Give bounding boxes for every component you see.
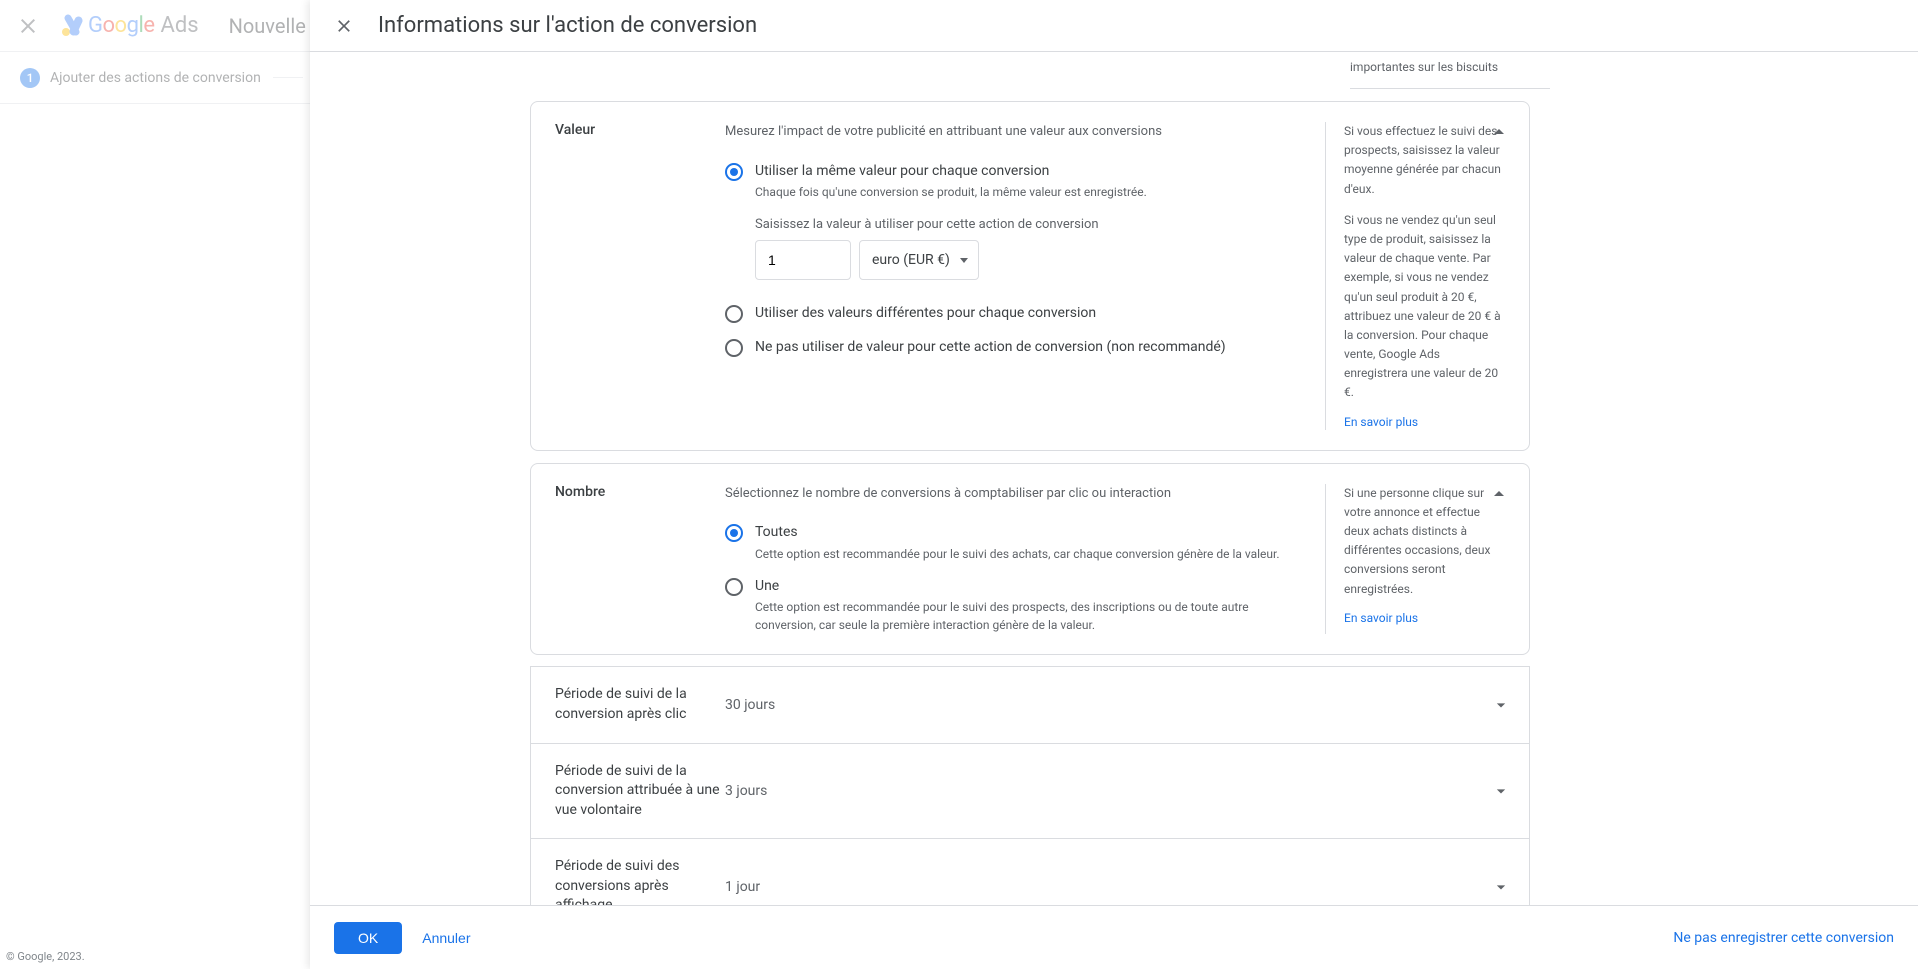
display-window-row[interactable]: Période de suivi des conversions après a…: [530, 838, 1530, 905]
click-window-row[interactable]: Période de suivi de la conversion après …: [530, 666, 1530, 743]
count-section: Nombre Sélectionnez le nombre de convers…: [530, 463, 1530, 656]
radio-icon: [725, 305, 743, 323]
currency-select[interactable]: euro (EUR €): [859, 240, 979, 280]
ok-button[interactable]: OK: [334, 922, 402, 954]
cookie-notice-remnant: importantes sur les biscuits: [1350, 52, 1550, 89]
modal-title: Informations sur l'action de conversion: [378, 13, 757, 38]
radio-same-value-sublabel: Chaque fois qu'une conversion se produit…: [755, 183, 1147, 201]
click-window-title: Période de suivi de la conversion après …: [555, 685, 725, 724]
chevron-up-icon[interactable]: [1487, 482, 1511, 506]
value-description: Mesurez l'impact de votre publicité en a…: [725, 122, 1285, 142]
radio-same-value[interactable]: Utiliser la même valeur pour chaque conv…: [725, 162, 1285, 202]
count-title: Nombre: [555, 484, 685, 500]
radio-count-all-sublabel: Cette option est recommandée pour le sui…: [755, 545, 1280, 563]
radio-icon: [725, 339, 743, 357]
currency-select-value: euro (EUR €): [872, 252, 950, 268]
radio-no-value-label: Ne pas utiliser de valeur pour cette act…: [755, 338, 1226, 358]
value-section: Valeur Mesurez l'impact de votre publici…: [530, 101, 1530, 451]
copyright: © Google, 2023.: [6, 950, 85, 963]
learn-more-link[interactable]: En savoir plus: [1344, 415, 1418, 429]
radio-different-values-label: Utiliser des valeurs différentes pour ch…: [755, 304, 1096, 324]
radio-same-value-label: Utiliser la même valeur pour chaque conv…: [755, 162, 1147, 182]
modal-header: Informations sur l'action de conversion: [310, 0, 1918, 52]
radio-icon: [725, 163, 743, 181]
value-input-label: Saisissez la valeur à utiliser pour cett…: [755, 217, 1285, 232]
view-window-title: Période de suivi de la conversion attrib…: [555, 762, 725, 821]
radio-icon: [725, 578, 743, 596]
click-window-value: 30 jours: [725, 697, 775, 713]
value-help-2: Si vous ne vendez qu'un seul type de pro…: [1344, 211, 1505, 403]
view-window-value: 3 jours: [725, 783, 767, 799]
chevron-down-icon: [1491, 877, 1511, 897]
radio-count-one[interactable]: Une Cette option est recommandée pour le…: [725, 577, 1285, 635]
modal-overlay: Informations sur l'action de conversion …: [0, 0, 1918, 969]
radio-icon: [725, 524, 743, 542]
radio-count-one-sublabel: Cette option est recommandée pour le sui…: [755, 598, 1285, 634]
radio-count-all-label: Toutes: [755, 523, 1280, 543]
skip-save-link[interactable]: Ne pas enregistrer cette conversion: [1673, 930, 1894, 946]
modal-footer: OK Annuler Ne pas enregistrer cette conv…: [310, 905, 1918, 969]
radio-different-values[interactable]: Utiliser des valeurs différentes pour ch…: [725, 304, 1285, 324]
cancel-button[interactable]: Annuler: [410, 922, 482, 954]
view-window-row[interactable]: Période de suivi de la conversion attrib…: [530, 743, 1530, 840]
display-window-value: 1 jour: [725, 879, 760, 895]
chevron-up-icon[interactable]: [1487, 120, 1511, 144]
radio-count-one-label: Une: [755, 577, 1285, 597]
modal-close-icon[interactable]: [334, 16, 354, 36]
learn-more-link[interactable]: En savoir plus: [1344, 611, 1418, 625]
value-help-1: Si vous effectuez le suivi des prospects…: [1344, 122, 1505, 199]
chevron-down-icon: [1491, 695, 1511, 715]
modal-body: importantes sur les biscuits Valeur Mesu…: [310, 52, 1918, 905]
chevron-down-icon: [1491, 781, 1511, 801]
count-description: Sélectionnez le nombre de conversions à …: [725, 484, 1285, 504]
radio-no-value[interactable]: Ne pas utiliser de valeur pour cette act…: [725, 338, 1285, 358]
radio-count-all[interactable]: Toutes Cette option est recommandée pour…: [725, 523, 1285, 563]
conversion-info-modal: Informations sur l'action de conversion …: [310, 0, 1918, 969]
conversion-value-input[interactable]: [755, 240, 851, 280]
value-title: Valeur: [555, 122, 685, 138]
count-help: Si une personne clique sur votre annonce…: [1344, 484, 1505, 599]
display-window-title: Période de suivi des conversions après a…: [555, 857, 725, 905]
